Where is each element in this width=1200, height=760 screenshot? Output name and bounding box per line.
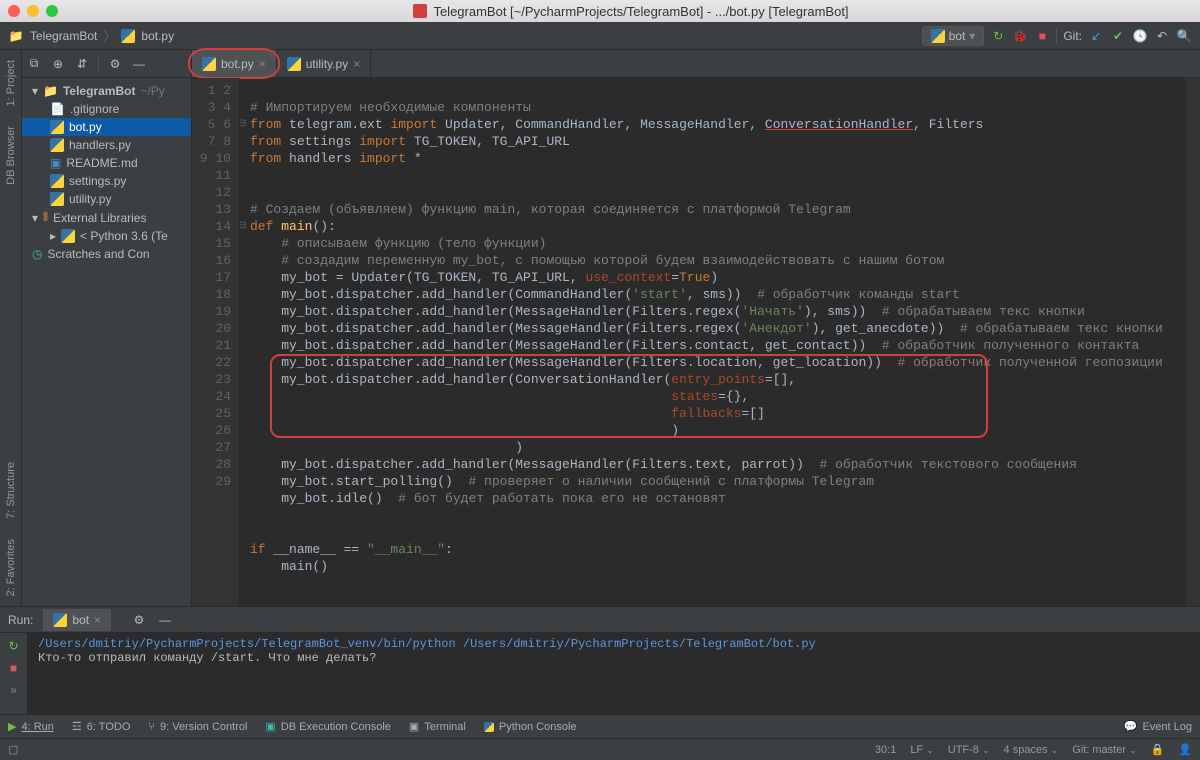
git-revert-button[interactable]: ↶ — [1154, 28, 1170, 44]
tool-event-log[interactable]: 💬Event Log — [1124, 720, 1192, 733]
left-tool-tabs: 1: Project DB Browser 7: Structure 2: Fa… — [0, 50, 22, 606]
git-history-button[interactable]: 🕓 — [1132, 28, 1148, 44]
code-content[interactable]: # Импортируем необходимые компоненты ⊟fr… — [240, 78, 1186, 606]
python-file-icon — [287, 57, 301, 71]
more-run-icon[interactable]: » — [10, 683, 17, 697]
debug-button[interactable]: 🐞 — [1012, 28, 1028, 44]
scratches[interactable]: ◷Scratches and Con — [22, 245, 191, 263]
separator — [1056, 28, 1057, 44]
collapse-icon[interactable]: ⇵ — [74, 56, 90, 72]
breadcrumb-project[interactable]: TelegramBot — [30, 29, 97, 43]
navbar: 📁 TelegramBot 〉 bot.py bot ▾ ↻ 🐞 ■ Git: … — [0, 22, 1200, 50]
line-gutter: 1 2 3 4 5 6 7 8 9 10 11 12 13 14 15 16 1… — [192, 78, 240, 606]
python-sdk[interactable]: ▸< Python 3.6 (Te — [22, 227, 191, 245]
tool-terminal[interactable]: ▣Terminal — [409, 720, 466, 733]
titlebar: TelegramBot [~/PycharmProjects/TelegramB… — [0, 0, 1200, 22]
code-area[interactable]: 1 2 3 4 5 6 7 8 9 10 11 12 13 14 15 16 1… — [192, 78, 1200, 606]
locate-icon[interactable]: ⊕ — [50, 56, 66, 72]
git-label: Git: — [1063, 29, 1082, 43]
editor-tabs: bot.py× utility.py× — [192, 50, 1200, 78]
file-handlers-py[interactable]: handlers.py — [22, 136, 191, 154]
run-output[interactable]: /Users/dmitriy/PycharmProjects/TelegramB… — [28, 633, 1200, 714]
close-tab-icon[interactable]: × — [353, 57, 360, 71]
python-file-icon — [202, 57, 216, 71]
breadcrumb-separator: 〉 — [103, 27, 115, 44]
run-button[interactable]: ↻ — [990, 28, 1006, 44]
sidebar-toolbar: ⧉ ⊕ ⇵ ⚙ — — [22, 50, 191, 78]
favorites-tool-tab[interactable]: 2: Favorites — [3, 529, 19, 606]
tab-bot-py[interactable]: bot.py× — [192, 50, 277, 77]
hide-icon[interactable]: — — [131, 56, 147, 72]
folder-icon: 📁 — [8, 28, 24, 44]
zoom-window[interactable] — [46, 5, 58, 17]
python-file-icon — [121, 29, 135, 43]
project-tree: ▾📁TelegramBot ~/Py 📄.gitignore bot.py ha… — [22, 78, 191, 267]
search-button[interactable]: 🔍 — [1176, 28, 1192, 44]
run-config-selector[interactable]: bot ▾ — [922, 26, 985, 46]
editor: bot.py× utility.py× 1 2 3 4 5 6 7 8 9 10… — [192, 50, 1200, 606]
tool-todo[interactable]: ☲6: TODO — [72, 720, 130, 733]
run-command: /Users/dmitriy/PycharmProjects/TelegramB… — [38, 637, 1190, 651]
indent[interactable]: 4 spaces ⌄ — [1004, 744, 1059, 756]
status-bar: ▢ 30:1 LF ⌄ UTF-8 ⌄ 4 spaces ⌄ Git: mast… — [0, 738, 1200, 760]
file-gitignore[interactable]: 📄.gitignore — [22, 100, 191, 118]
highlight-box — [270, 354, 988, 438]
run-config-label: bot — [949, 29, 966, 43]
window-title: TelegramBot [~/PycharmProjects/TelegramB… — [433, 4, 848, 19]
file-bot-py[interactable]: bot.py — [22, 118, 191, 136]
run-output-line: Кто-то отправил команду /start. Что мне … — [38, 651, 1190, 665]
stop-run-button[interactable]: ■ — [10, 661, 17, 675]
run-hide-icon[interactable]: — — [157, 612, 173, 628]
tool-run[interactable]: ▶4: Run — [8, 720, 54, 733]
status-corner-icon[interactable]: ▢ — [8, 743, 18, 756]
tool-db-console[interactable]: ▣DB Execution Console — [265, 720, 390, 733]
project-view-icon[interactable]: ⧉ — [26, 56, 42, 72]
git-update-button[interactable]: ↙ — [1088, 28, 1104, 44]
tool-python-console[interactable]: Python Console — [484, 721, 577, 733]
lock-icon[interactable]: 🔒 — [1151, 743, 1165, 756]
caret-position[interactable]: 30:1 — [875, 744, 896, 756]
run-body: ↻ ■ » /Users/dmitriy/PycharmProjects/Tel… — [0, 633, 1200, 714]
run-header: Run: bot× ⚙ — — [0, 607, 1200, 633]
line-ending[interactable]: LF ⌄ — [910, 744, 933, 756]
db-browser-tool-tab[interactable]: DB Browser — [3, 116, 19, 195]
python-icon — [931, 29, 945, 43]
minimize-window[interactable] — [27, 5, 39, 17]
run-panel: Run: bot× ⚙ — ↻ ■ » /Users/dmitriy/Pycha… — [0, 606, 1200, 714]
close-window[interactable] — [8, 5, 20, 17]
close-tab-icon[interactable]: × — [259, 57, 266, 71]
project-sidebar: ⧉ ⊕ ⇵ ⚙ — ▾📁TelegramBot ~/Py 📄.gitignore… — [22, 50, 192, 606]
run-tab[interactable]: bot× — [43, 609, 111, 631]
encoding[interactable]: UTF-8 ⌄ — [948, 744, 990, 756]
run-toolbar: ↻ ■ » — [0, 633, 28, 714]
external-libraries[interactable]: ▾⫴External Libraries — [22, 208, 191, 227]
tab-utility-py[interactable]: utility.py× — [277, 50, 371, 77]
file-settings-py[interactable]: settings.py — [22, 172, 191, 190]
bottom-toolbar: ▶4: Run ☲6: TODO ⑂9: Version Control ▣DB… — [0, 714, 1200, 738]
run-settings-icon[interactable]: ⚙ — [131, 612, 147, 628]
window-controls — [8, 5, 58, 17]
error-stripe — [1186, 78, 1200, 606]
git-branch[interactable]: Git: master ⌄ — [1072, 744, 1136, 756]
git-commit-button[interactable]: ✔ — [1110, 28, 1126, 44]
stop-button[interactable]: ■ — [1034, 28, 1050, 44]
structure-tool-tab[interactable]: 7: Structure — [3, 452, 19, 529]
main: 1: Project DB Browser 7: Structure 2: Fa… — [0, 50, 1200, 606]
chevron-down-icon: ▾ — [969, 29, 975, 43]
tool-vcs[interactable]: ⑂9: Version Control — [148, 721, 247, 733]
run-label: Run: — [8, 613, 33, 627]
project-root[interactable]: ▾📁TelegramBot ~/Py — [22, 82, 191, 100]
app-icon — [413, 4, 427, 18]
file-utility-py[interactable]: utility.py — [22, 190, 191, 208]
settings-icon[interactable]: ⚙ — [107, 56, 123, 72]
inspector-icon[interactable]: 👤 — [1178, 743, 1192, 756]
rerun-button[interactable]: ↻ — [8, 639, 18, 653]
file-readme-md[interactable]: ▣README.md — [22, 154, 191, 172]
project-tool-tab[interactable]: 1: Project — [3, 50, 19, 116]
breadcrumb-file[interactable]: bot.py — [141, 29, 174, 43]
